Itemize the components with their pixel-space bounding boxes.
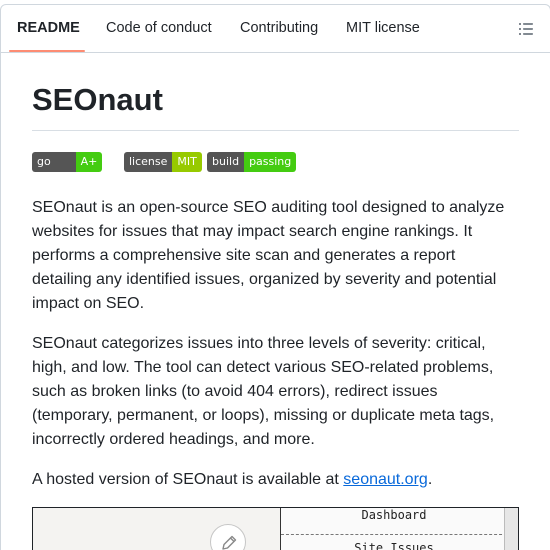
- badge-value: passing: [244, 152, 297, 172]
- hosted-text-end: .: [427, 471, 433, 488]
- badge-label: license: [124, 152, 173, 172]
- badge-label: go report: [32, 152, 76, 172]
- preview-scrollbar: [504, 508, 518, 550]
- badge-value: MIT: [172, 152, 202, 172]
- intro-paragraph: SEOnaut is an open-source SEO auditing t…: [32, 199, 505, 312]
- preview-sidebar: Dashboard Site Issues: [280, 508, 507, 550]
- pencil-icon: [222, 535, 237, 550]
- seonaut-org-link[interactable]: seonaut.org: [343, 471, 428, 488]
- tab-contributing[interactable]: Contributing: [240, 5, 318, 53]
- badge-build[interactable]: build passing: [207, 152, 297, 172]
- badge-license[interactable]: license MIT: [124, 152, 202, 172]
- badge-label: build: [207, 152, 245, 172]
- nav-item-site-issues: Site Issues: [354, 541, 434, 550]
- screenshot-preview: Dashboard Site Issues: [32, 507, 519, 550]
- nav-item-dashboard: Dashboard: [361, 508, 427, 522]
- badge-value: A+: [75, 152, 103, 172]
- edit-button[interactable]: [210, 524, 246, 550]
- title-divider: [32, 130, 519, 131]
- hosted-text: A hosted version of SEOnaut is available…: [32, 471, 344, 488]
- badge-go-report[interactable]: go report A+: [32, 152, 103, 172]
- readme-tab-bar: README Code of conduct Contributing MIT …: [1, 5, 550, 53]
- hosted-version-paragraph: A hosted version of SEOnaut is available…: [32, 468, 519, 492]
- tab-code-of-conduct[interactable]: Code of conduct: [106, 5, 212, 53]
- list-unordered-icon[interactable]: [518, 21, 534, 37]
- severity-paragraph: SEOnaut categorizes issues into three le…: [32, 335, 495, 448]
- tab-mit-license[interactable]: MIT license: [346, 5, 420, 53]
- tab-readme[interactable]: README: [17, 5, 80, 53]
- nav-divider: [281, 534, 507, 535]
- page-title: SEOnaut: [32, 82, 163, 117]
- active-tab-indicator: [9, 50, 85, 52]
